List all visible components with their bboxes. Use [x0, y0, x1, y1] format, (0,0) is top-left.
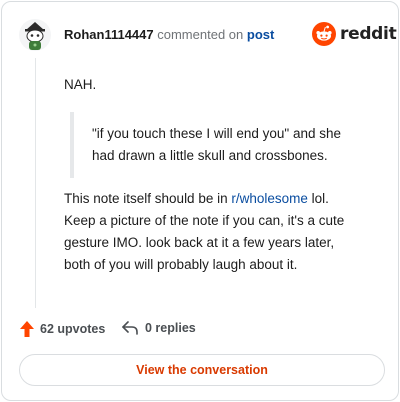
comment-line: gesture IMO. look back at it a few years… — [64, 235, 335, 250]
reply-button[interactable]: 0 replies — [122, 321, 196, 335]
quote-line: "if you touch these I will end you" and … — [92, 126, 341, 141]
upvote-button[interactable]: 62 upvotes — [20, 321, 105, 337]
comment-card: Rohan1114447 commented on post reddit NA… — [1, 1, 399, 401]
comment-line: NAH. — [64, 77, 97, 92]
quote-line: had drawn a little skull and crossbones. — [92, 148, 328, 163]
comment-text: lol. — [307, 191, 329, 206]
snoo-avatar-icon[interactable] — [18, 18, 52, 52]
comment-line: both of you will probably laugh about it… — [64, 257, 298, 272]
upvote-arrow-icon — [20, 321, 34, 337]
thread-line — [35, 58, 36, 308]
username-link[interactable]: Rohan1114447 — [64, 27, 154, 42]
commented-text: commented on — [157, 27, 244, 42]
reddit-logo[interactable]: reddit — [312, 22, 397, 46]
subreddit-link[interactable]: r/wholesome — [231, 191, 308, 206]
quote-bar — [70, 112, 74, 178]
comment-line: This note itself should be in r/wholesom… — [64, 188, 329, 210]
comment-text: This note itself should be in — [64, 191, 232, 206]
upvote-count: 62 upvotes — [40, 322, 106, 336]
reddit-logo-icon — [312, 22, 336, 46]
post-link[interactable]: post — [247, 27, 274, 42]
reddit-wordmark: reddit — [340, 24, 397, 44]
reply-count: 0 replies — [145, 321, 196, 335]
comment-header: Rohan1114447 commented on post — [64, 27, 274, 43]
view-conversation-button[interactable]: View the conversation — [19, 354, 385, 386]
reply-arrow-icon — [122, 321, 138, 335]
comment-line: Keep a picture of the note if you can, i… — [64, 213, 345, 228]
